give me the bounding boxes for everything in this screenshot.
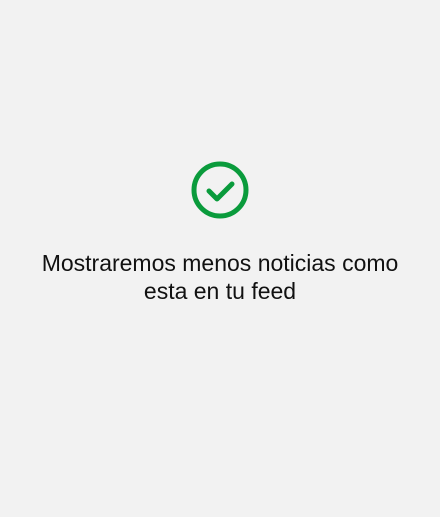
check-circle-icon [191, 161, 249, 219]
confirmation-message: Mostraremos menos noticias como esta en … [41, 250, 399, 304]
confirmation-panel: Mostraremos menos noticias como esta en … [0, 160, 440, 305]
feedback-confirmation-page: Mostraremos menos noticias como esta en … [0, 0, 440, 517]
